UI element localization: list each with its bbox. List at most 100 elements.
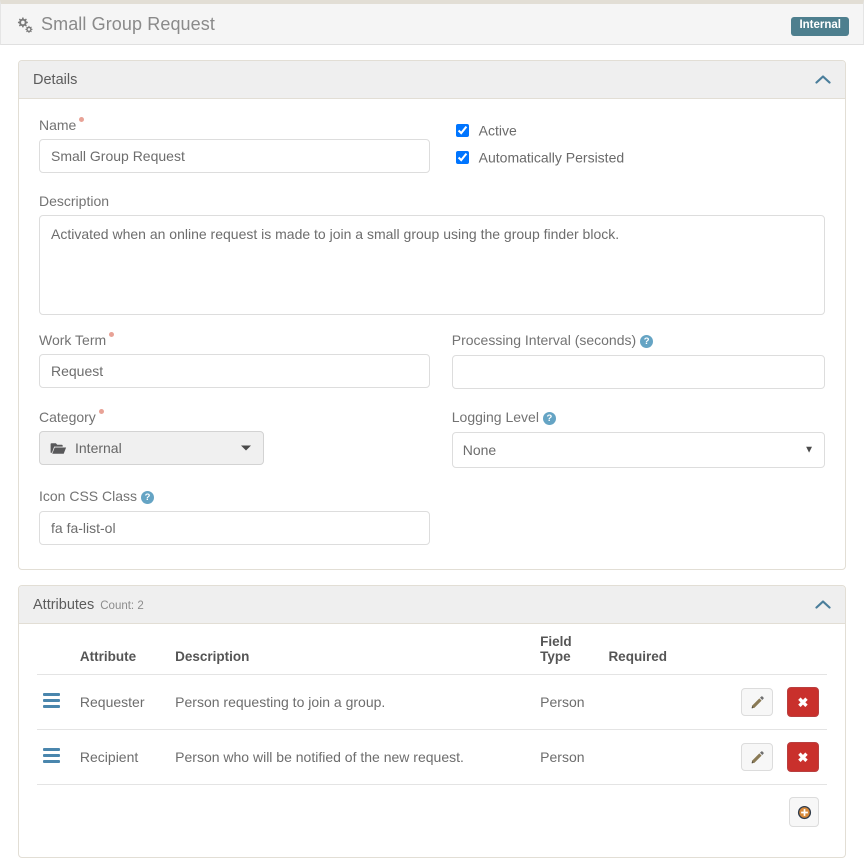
- name-label: Name: [39, 117, 430, 133]
- cell-required: [608, 675, 711, 730]
- logging-level-select-wrapper: None ▼: [452, 432, 825, 468]
- column-field-type-line1: Field: [540, 634, 608, 649]
- name-input[interactable]: [39, 139, 430, 173]
- drag-bar: [43, 705, 60, 708]
- pencil-icon: [751, 751, 764, 764]
- logging-level-label: Logging Level?: [452, 409, 825, 426]
- required-indicator-icon: [99, 409, 104, 414]
- details-panel-body: Name Active Automatically Persisted: [19, 99, 845, 569]
- drag-bar: [43, 693, 60, 696]
- attributes-panel-body: Attribute Description Field Type Require…: [19, 624, 845, 857]
- details-panel: Details Name: [18, 60, 846, 570]
- column-handle: [37, 634, 80, 675]
- pencil-icon: [751, 696, 764, 709]
- cell-description: Person who will be notified of the new r…: [175, 730, 540, 785]
- drag-bar: [43, 748, 60, 751]
- active-checkbox-row[interactable]: Active: [452, 121, 825, 140]
- add-attribute-button[interactable]: [789, 797, 819, 827]
- description-label: Description: [39, 193, 825, 209]
- attributes-panel-header[interactable]: Attributes Count: 2: [19, 586, 845, 624]
- cell-handle: [37, 730, 80, 785]
- logging-level-label-text: Logging Level: [452, 409, 539, 425]
- page-title: Small Group Request: [15, 14, 215, 35]
- cell-actions: ✖: [712, 675, 827, 730]
- chevron-down-icon[interactable]: [241, 446, 251, 451]
- work-term-label-text: Work Term: [39, 332, 106, 348]
- required-indicator-icon: [79, 117, 84, 122]
- edit-button[interactable]: [741, 743, 773, 771]
- cogs-icon: [15, 16, 34, 35]
- automatically-persisted-label: Automatically Persisted: [479, 150, 625, 166]
- cell-handle: [37, 675, 80, 730]
- chevron-up-icon[interactable]: [815, 72, 831, 87]
- delete-button[interactable]: ✖: [787, 687, 819, 717]
- add-attribute-row: [37, 785, 827, 827]
- automatically-persisted-checkbox[interactable]: [456, 151, 469, 164]
- processing-interval-label: Processing Interval (seconds)?: [452, 332, 825, 349]
- required-indicator-icon: [109, 332, 114, 337]
- plus-circle-icon: [797, 805, 812, 820]
- name-column: Name: [39, 117, 442, 187]
- category-form-group: Category Internal: [39, 409, 430, 465]
- work-term-row: Work Term Processing Interval (seconds)?: [39, 332, 825, 403]
- processing-interval-input[interactable]: [452, 355, 825, 389]
- active-checkbox-label: Active: [479, 123, 517, 139]
- work-term-input[interactable]: [39, 354, 430, 388]
- logging-level-form-group: Logging Level? None ▼: [452, 409, 825, 468]
- drag-bar: [43, 760, 60, 763]
- help-icon[interactable]: ?: [543, 412, 556, 425]
- processing-interval-form-group: Processing Interval (seconds)?: [452, 332, 825, 389]
- work-term-label: Work Term: [39, 332, 430, 348]
- attributes-panel: Attributes Count: 2 Attribute Descriptio…: [18, 585, 846, 858]
- icon-css-label: Icon CSS Class?: [39, 488, 430, 505]
- folder-open-icon: [50, 442, 67, 455]
- logging-level-column: Logging Level? None ▼: [442, 409, 825, 482]
- drag-bar: [43, 754, 60, 757]
- page-banner: Small Group Request Internal: [0, 0, 864, 45]
- drag-handle-icon[interactable]: [37, 748, 60, 763]
- icon-css-class-input[interactable]: [39, 511, 430, 545]
- edit-button[interactable]: [741, 688, 773, 716]
- description-form-group: Description Activated when an online req…: [39, 193, 825, 318]
- category-column: Category Internal: [39, 409, 442, 482]
- name-form-group: Name: [39, 117, 430, 173]
- column-description: Description: [175, 634, 540, 675]
- work-term-column: Work Term: [39, 332, 442, 403]
- details-panel-header[interactable]: Details: [19, 61, 845, 99]
- category-picker[interactable]: Internal: [39, 431, 264, 465]
- persisted-checkbox-row[interactable]: Automatically Persisted: [452, 148, 825, 167]
- column-attribute: Attribute: [80, 634, 175, 675]
- cell-actions: ✖: [712, 730, 827, 785]
- attributes-count: Count: 2: [100, 600, 143, 612]
- icon-css-column: Icon CSS Class?: [39, 488, 442, 545]
- description-textarea[interactable]: Activated when an online request is made…: [39, 215, 825, 315]
- help-icon[interactable]: ?: [141, 491, 154, 504]
- category-label: Category: [39, 409, 430, 425]
- active-checkbox[interactable]: [456, 124, 469, 137]
- drag-bar: [43, 699, 60, 702]
- page-title-text: Small Group Request: [41, 14, 215, 35]
- logging-level-select[interactable]: None: [452, 432, 825, 468]
- attributes-table-body: Requester Person requesting to join a gr…: [37, 675, 827, 785]
- cell-attribute: Recipient: [80, 730, 175, 785]
- column-field-type-line2: Type: [540, 649, 608, 664]
- processing-interval-column: Processing Interval (seconds)?: [442, 332, 825, 403]
- category-value: Internal: [75, 440, 122, 456]
- processing-interval-label-text: Processing Interval (seconds): [452, 332, 636, 348]
- drag-handle-icon[interactable]: [37, 693, 60, 708]
- work-term-form-group: Work Term: [39, 332, 430, 388]
- table-header-row: Attribute Description Field Type Require…: [37, 634, 827, 675]
- cell-description: Person requesting to join a group.: [175, 675, 540, 730]
- icon-css-form-group: Icon CSS Class?: [39, 488, 430, 545]
- checkbox-column: Active Automatically Persisted: [442, 117, 825, 187]
- delete-button[interactable]: ✖: [787, 742, 819, 772]
- chevron-up-icon[interactable]: [815, 597, 831, 612]
- name-row: Name Active Automatically Persisted: [39, 117, 825, 187]
- attributes-panel-title: Attributes: [33, 597, 94, 613]
- help-icon[interactable]: ?: [640, 335, 653, 348]
- table-row[interactable]: Requester Person requesting to join a gr…: [37, 675, 827, 730]
- table-row[interactable]: Recipient Person who will be notified of…: [37, 730, 827, 785]
- column-actions: [712, 634, 827, 675]
- name-label-text: Name: [39, 117, 76, 133]
- cell-required: [608, 730, 711, 785]
